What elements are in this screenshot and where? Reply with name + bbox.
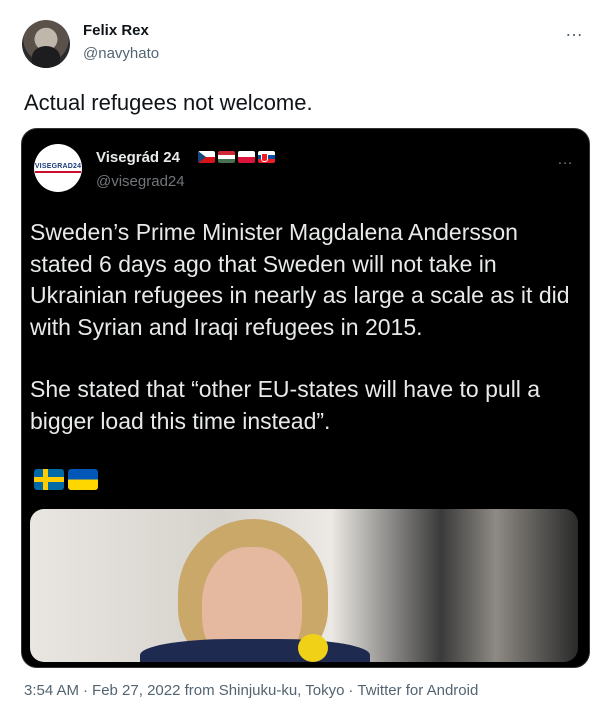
tweet: Felix Rex @navyhato … Actual refugees no… — [0, 0, 614, 721]
author-name[interactable]: Felix Rex — [83, 22, 149, 39]
tweet-location: from Shinjuku-ku, Tokyo — [184, 682, 345, 699]
hungary-flag-icon — [218, 151, 235, 163]
quoted-emoji-flags — [34, 469, 98, 490]
separator: · — [83, 682, 89, 699]
quoted-author-avatar[interactable]: VISEGRAD24 — [34, 144, 82, 192]
quoted-media-image[interactable] — [30, 509, 578, 662]
tweet-text: Actual refugees not welcome. — [24, 90, 313, 115]
slovakia-flag-icon — [258, 151, 275, 163]
quoted-author-name[interactable]: Visegrád 24 — [96, 149, 180, 166]
tweet-time[interactable]: 3:54 AM — [24, 682, 79, 699]
tweet-date[interactable]: Feb 27, 2022 — [92, 682, 180, 699]
author-handle[interactable]: @navyhato — [83, 45, 159, 62]
quoted-author-handle[interactable]: @visegrad24 — [96, 173, 185, 190]
czech-flag-icon — [198, 151, 215, 163]
tweet-metadata: 3:54 AM · Feb 27, 2022 from Shinjuku-ku, T… — [24, 682, 478, 699]
sweden-flag-icon — [34, 469, 64, 490]
visegrad-logo: VISEGRAD24 — [34, 163, 82, 173]
quoted-tweet-text: Sweden’s Prime Minister Magdalena Anders… — [30, 217, 582, 468]
quoted-author-flags — [198, 151, 275, 163]
poland-flag-icon — [238, 151, 255, 163]
quoted-tweet-card[interactable]: VISEGRAD24 Visegrád 24 @visegrad24 … Swe… — [21, 128, 590, 668]
quoted-more-icon[interactable]: … — [557, 151, 574, 169]
quoted-paragraph: Sweden’s Prime Minister Magdalena Anders… — [30, 219, 570, 340]
ukraine-flag-icon — [68, 469, 98, 490]
separator: · — [348, 682, 354, 699]
tweet-source[interactable]: Twitter for Android — [357, 682, 478, 699]
microphone — [298, 634, 328, 662]
quoted-paragraph: She stated that “other EU-states will ha… — [30, 376, 541, 434]
author-avatar[interactable] — [22, 20, 70, 68]
more-options-icon[interactable]: … — [565, 20, 584, 41]
